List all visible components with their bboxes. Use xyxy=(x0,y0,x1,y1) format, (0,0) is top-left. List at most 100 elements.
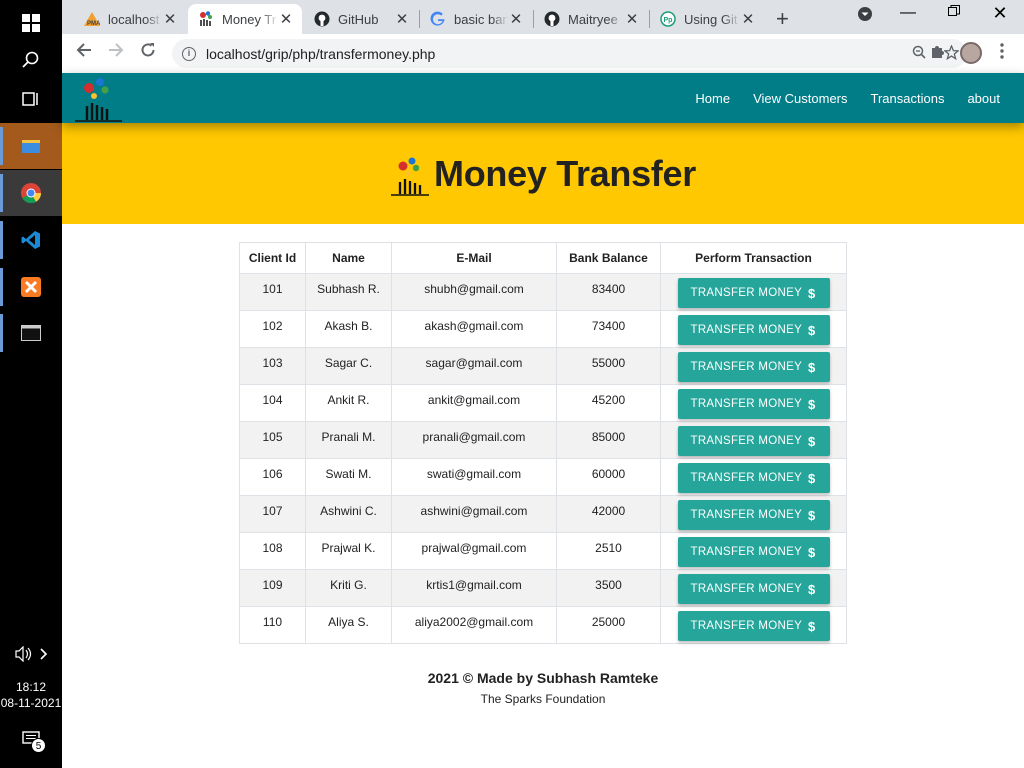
dollar-icon: $ xyxy=(807,470,816,486)
address-bar[interactable]: i localhost/grip/php/transfermoney.php xyxy=(172,39,967,68)
cell-email: ashwini@gmail.com xyxy=(391,495,557,533)
tab-maitryee[interactable]: Maitryee ✕ xyxy=(534,4,648,34)
transfer-money-button[interactable]: TRANSFER MONEY $ xyxy=(677,352,830,382)
pma-icon: PMA xyxy=(84,11,100,27)
restore-icon[interactable] xyxy=(934,4,974,22)
page-title: Money Transfer xyxy=(434,152,696,194)
nav-view-customers-link[interactable]: View Customers xyxy=(753,91,847,106)
close-tab-icon[interactable]: ✕ xyxy=(278,10,294,28)
notifications-icon[interactable] xyxy=(0,716,62,762)
transfer-money-label: TRANSFER MONEY xyxy=(690,361,803,373)
transfer-money-button[interactable]: TRANSFER MONEY $ xyxy=(677,500,830,530)
task-view-icon[interactable] xyxy=(0,76,62,122)
minimize-icon[interactable]: — xyxy=(888,4,928,22)
nav-transactions-link[interactable]: Transactions xyxy=(871,91,945,106)
transfer-money-button[interactable]: TRANSFER MONEY $ xyxy=(677,426,830,456)
transfer-money-label: TRANSFER MONEY xyxy=(690,398,803,410)
tab-search-icon[interactable] xyxy=(845,6,885,27)
file-explorer-icon[interactable] xyxy=(0,123,62,169)
menu-kebab-icon[interactable] xyxy=(990,43,1014,64)
dollar-icon: $ xyxy=(807,507,816,523)
close-tab-icon[interactable]: ✕ xyxy=(508,10,524,28)
tab-basic-banking[interactable]: basic ban ✕ xyxy=(420,4,532,34)
cell-name: Pranali M. xyxy=(305,421,392,459)
table-row: 105 Pranali M. pranali@gmail.com 85000 T… xyxy=(239,421,847,459)
cell-name: Aliya S. xyxy=(305,606,392,644)
chrome-icon[interactable] xyxy=(0,170,62,216)
svg-text:PMA: PMA xyxy=(87,21,100,26)
cell-name: Ashwini C. xyxy=(305,495,392,533)
site-navbar: Home View Customers Transactions about xyxy=(62,73,1024,123)
extensions-icon[interactable] xyxy=(926,43,950,64)
profile-avatar[interactable] xyxy=(960,42,982,64)
close-tab-icon[interactable]: ✕ xyxy=(624,10,640,28)
cell-name: Prajwal K. xyxy=(305,532,392,570)
cell-email: aliya2002@gmail.com xyxy=(391,606,557,644)
cell-action: TRANSFER MONEY $ xyxy=(660,569,847,607)
tab-using-git[interactable]: Pp Using Git ✕ xyxy=(650,4,764,34)
xampp-icon[interactable] xyxy=(0,264,62,310)
transfer-money-label: TRANSFER MONEY xyxy=(690,509,803,521)
nav-home-link[interactable]: Home xyxy=(695,91,730,106)
vscode-icon[interactable] xyxy=(0,217,62,263)
clock-date[interactable]: 08-11-2021 xyxy=(0,695,62,711)
cell-action: TRANSFER MONEY $ xyxy=(660,458,847,496)
tab-money-transfer[interactable]: Money Tr ✕ xyxy=(188,4,302,34)
transfer-money-label: TRANSFER MONEY xyxy=(690,620,803,632)
tab-github[interactable]: GitHub ✕ xyxy=(304,4,418,34)
dollar-icon: $ xyxy=(807,544,816,560)
table-header-row: Client Id Name E-Mail Bank Balance Perfo… xyxy=(239,242,847,274)
transfer-money-label: TRANSFER MONEY xyxy=(690,583,803,595)
close-tab-icon[interactable]: ✕ xyxy=(162,10,178,28)
volume-icon[interactable] xyxy=(0,631,62,677)
transfer-money-button[interactable]: TRANSFER MONEY $ xyxy=(677,315,830,345)
new-tab-icon[interactable]: + xyxy=(776,6,789,32)
cell-client-id: 108 xyxy=(239,532,306,570)
web-page: Home View Customers Transactions about M… xyxy=(62,73,1024,768)
tab-localhost[interactable]: PMA localhost ✕ xyxy=(74,4,186,34)
footer-organization: The Sparks Foundation xyxy=(480,692,606,706)
table-row: 109 Kriti G. krtis1@gmail.com 3500 TRANS… xyxy=(239,569,847,607)
back-icon[interactable] xyxy=(72,42,96,63)
cell-action: TRANSFER MONEY $ xyxy=(660,606,847,644)
cell-name: Sagar C. xyxy=(305,347,392,385)
clock-time[interactable]: 18:12 xyxy=(0,679,62,695)
github-icon xyxy=(544,11,560,27)
windows-taskbar: 18:12 08-11-2021 5 xyxy=(0,0,62,768)
cell-action: TRANSFER MONEY $ xyxy=(660,495,847,533)
nav-about-link[interactable]: about xyxy=(967,91,1000,106)
table-row: 108 Prajwal K. prajwal@gmail.com 2510 TR… xyxy=(239,532,847,570)
dollar-icon: $ xyxy=(807,433,816,449)
cell-name: Kriti G. xyxy=(305,569,392,607)
github-icon xyxy=(314,11,330,27)
main-nav: Home View Customers Transactions about xyxy=(672,73,1000,123)
page-footer: 2021 © Made by Subhash Ramteke The Spark… xyxy=(62,670,1024,706)
transfer-money-button[interactable]: TRANSFER MONEY $ xyxy=(677,389,830,419)
cell-balance: 85000 xyxy=(556,421,661,459)
cell-email: akash@gmail.com xyxy=(391,310,557,348)
dollar-icon: $ xyxy=(807,285,816,301)
transfer-money-button[interactable]: TRANSFER MONEY $ xyxy=(677,611,830,641)
svg-text:Pp: Pp xyxy=(664,17,673,24)
transfer-money-button[interactable]: TRANSFER MONEY $ xyxy=(677,278,830,308)
cell-email: swati@gmail.com xyxy=(391,458,557,496)
column-header: E-Mail xyxy=(391,242,557,274)
terminal-icon[interactable] xyxy=(0,310,62,356)
transfer-money-button[interactable]: TRANSFER MONEY $ xyxy=(677,537,830,567)
close-tab-icon[interactable]: ✕ xyxy=(740,10,756,28)
site-info-icon[interactable]: i xyxy=(182,46,196,61)
url-text[interactable]: localhost/grip/php/transfermoney.php xyxy=(206,46,903,62)
column-header: Client Id xyxy=(239,242,306,274)
cell-client-id: 109 xyxy=(239,569,306,607)
cell-email: krtis1@gmail.com xyxy=(391,569,557,607)
transfer-money-button[interactable]: TRANSFER MONEY $ xyxy=(677,574,830,604)
cell-email: shubh@gmail.com xyxy=(391,273,557,311)
close-window-icon[interactable]: ✕ xyxy=(980,3,1020,24)
forward-icon[interactable] xyxy=(104,42,128,63)
transfer-money-button[interactable]: TRANSFER MONEY $ xyxy=(677,463,830,493)
browser-window: PMA localhost ✕ Money Tr ✕ GitHub ✕ basi… xyxy=(62,0,1024,73)
pp-icon: Pp xyxy=(660,11,676,27)
close-tab-icon[interactable]: ✕ xyxy=(394,10,410,28)
site-logo[interactable] xyxy=(72,76,124,122)
reload-icon[interactable] xyxy=(136,42,160,63)
